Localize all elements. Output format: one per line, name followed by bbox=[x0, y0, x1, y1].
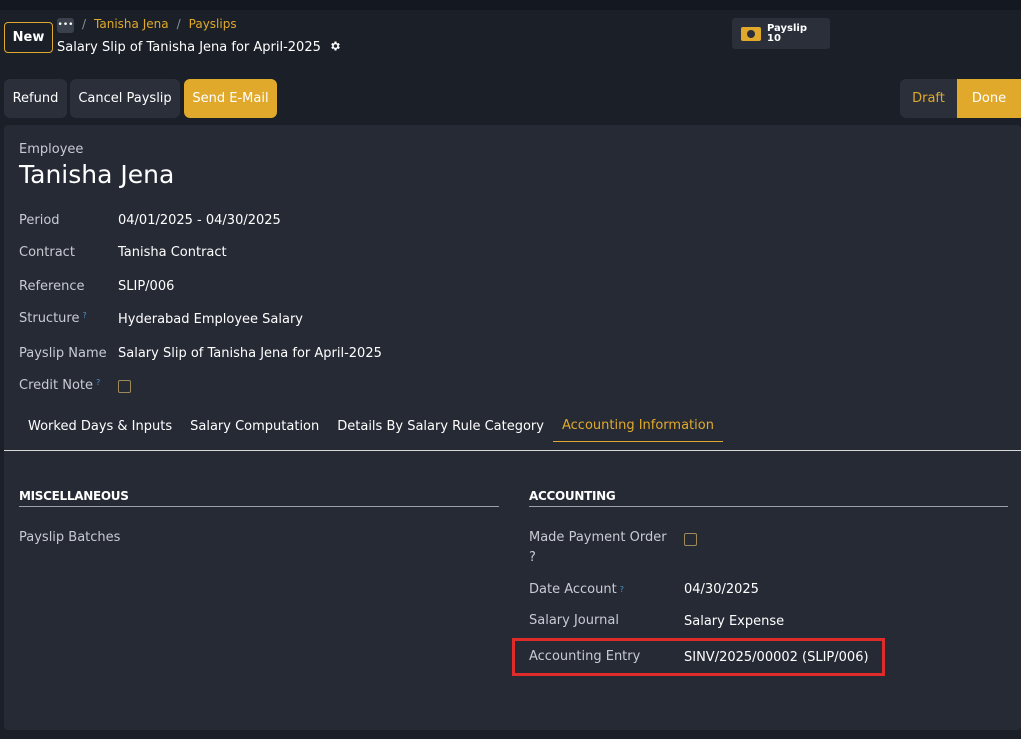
payslip-batches-label: Payslip Batches bbox=[19, 530, 121, 545]
accounting-section-title: ACCOUNTING bbox=[529, 489, 616, 503]
gear-icon-svg bbox=[331, 41, 340, 51]
made-payment-order-label-text: Made Payment Order bbox=[529, 530, 667, 545]
money-icon bbox=[741, 26, 761, 41]
smart-button-text: Payslip 10 bbox=[767, 22, 807, 44]
made-payment-order-checkbox[interactable] bbox=[684, 533, 697, 546]
tab-salary-computation[interactable]: Salary Computation bbox=[181, 410, 328, 442]
status-done[interactable]: Done bbox=[957, 79, 1021, 118]
breadcrumb-employee-link[interactable]: Tanisha Jena bbox=[94, 17, 169, 31]
payslip-smart-button[interactable]: Payslip 10 bbox=[732, 18, 830, 49]
status-bar: Draft Done bbox=[900, 79, 1021, 118]
record-title: Salary Slip of Tanisha Jena for April-20… bbox=[57, 40, 341, 55]
credit-note-label: Credit Note? bbox=[19, 378, 100, 393]
period-label: Period bbox=[19, 213, 60, 228]
structure-value[interactable]: Hyderabad Employee Salary bbox=[118, 312, 303, 327]
cancel-payslip-button[interactable]: Cancel Payslip bbox=[70, 79, 180, 118]
help-icon[interactable]: ? bbox=[82, 311, 86, 320]
accounting-section-rule bbox=[529, 506, 1008, 507]
employee-label: Employee bbox=[19, 142, 84, 157]
contract-label: Contract bbox=[19, 245, 75, 260]
tabs-divider bbox=[4, 450, 1021, 451]
top-strip bbox=[0, 0, 1021, 10]
structure-label: Structure? bbox=[19, 311, 87, 326]
structure-label-text: Structure bbox=[19, 311, 80, 326]
misc-section-rule bbox=[19, 506, 499, 507]
ellipsis-icon[interactable]: ••• bbox=[57, 18, 74, 33]
breadcrumb-separator: / bbox=[82, 17, 87, 31]
credit-note-label-text: Credit Note bbox=[19, 378, 94, 393]
made-payment-order-label: Made Payment Order ? bbox=[529, 528, 669, 568]
credit-note-checkbox[interactable] bbox=[118, 380, 131, 393]
date-account-value[interactable]: 04/30/2025 bbox=[684, 582, 759, 597]
accounting-entry-highlight bbox=[512, 638, 885, 676]
date-account-label: Date Account? bbox=[529, 580, 624, 600]
smart-button-label: Payslip bbox=[767, 22, 807, 34]
reference-value[interactable]: SLIP/006 bbox=[118, 279, 174, 294]
breadcrumb-separator: / bbox=[176, 17, 181, 31]
breadcrumb: / Tanisha Jena / Payslips bbox=[82, 17, 237, 31]
tab-accounting-information[interactable]: Accounting Information bbox=[552, 410, 723, 442]
smart-button-count: 10 bbox=[767, 32, 781, 44]
payslip-name-label: Payslip Name bbox=[19, 346, 107, 361]
gear-icon[interactable] bbox=[329, 40, 341, 55]
reference-label: Reference bbox=[19, 279, 85, 294]
new-button[interactable]: New bbox=[4, 22, 53, 53]
send-email-button[interactable]: Send E-Mail bbox=[184, 79, 277, 118]
misc-section-title: MISCELLANEOUS bbox=[19, 489, 129, 503]
salary-journal-value[interactable]: Salary Expense bbox=[684, 614, 784, 629]
employee-name[interactable]: Tanisha Jena bbox=[19, 160, 174, 189]
date-account-label-text: Date Account bbox=[529, 582, 617, 597]
tab-worked-days[interactable]: Worked Days & Inputs bbox=[19, 410, 181, 442]
refund-button[interactable]: Refund bbox=[4, 79, 67, 118]
contract-value[interactable]: Tanisha Contract bbox=[118, 245, 227, 260]
help-icon[interactable]: ? bbox=[529, 550, 536, 565]
help-icon[interactable]: ? bbox=[96, 378, 100, 387]
status-draft[interactable]: Draft bbox=[900, 79, 957, 118]
breadcrumb-payslips-link[interactable]: Payslips bbox=[189, 17, 237, 31]
tab-details-by-category[interactable]: Details By Salary Rule Category bbox=[328, 410, 553, 442]
record-title-text: Salary Slip of Tanisha Jena for April-20… bbox=[57, 40, 321, 55]
salary-journal-label: Salary Journal bbox=[529, 613, 619, 628]
payslip-name-value[interactable]: Salary Slip of Tanisha Jena for April-20… bbox=[118, 346, 382, 361]
notebook-tabs: Worked Days & Inputs Salary Computation … bbox=[19, 410, 723, 442]
help-icon[interactable]: ? bbox=[620, 585, 624, 594]
period-value[interactable]: 04/01/2025 - 04/30/2025 bbox=[118, 213, 281, 228]
